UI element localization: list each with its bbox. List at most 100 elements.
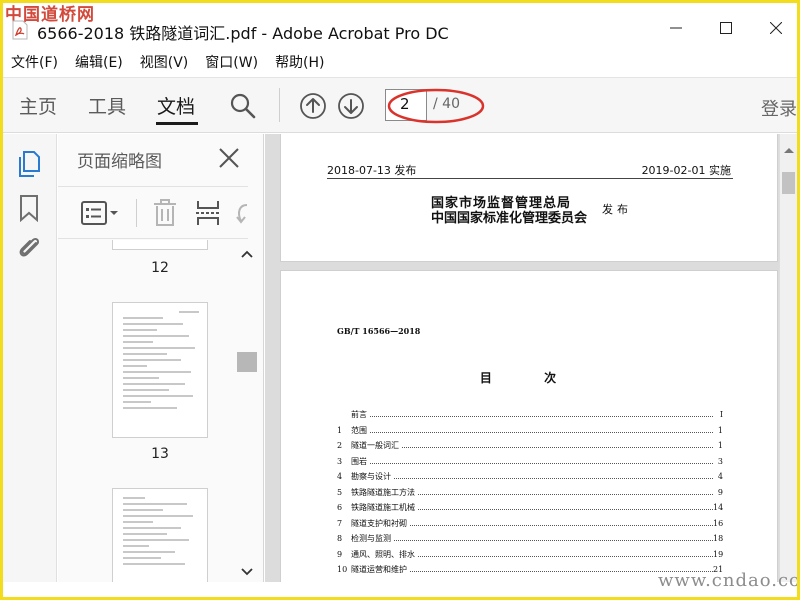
page-thumbnail[interactable] (112, 488, 208, 582)
toc-entry-page: 18 (713, 534, 724, 544)
toc-entry-title: 隧道一般词汇 (351, 441, 399, 451)
issuer-line-2: 中国国家标准化管理委员会 (431, 211, 588, 226)
scroll-up-icon[interactable] (241, 250, 253, 258)
document-scrollbar-thumb[interactable] (782, 172, 795, 194)
toc-entry[interactable]: 5 铁路隧道施工方法 9 (337, 485, 723, 501)
window-title: 6566-2018 铁路隧道词汇.pdf - Adobe Acrobat Pro… (37, 24, 449, 43)
thumbnail-text-lines (123, 311, 199, 413)
toc-entry-page: 19 (713, 549, 724, 559)
toc-entry-title: 隧道运营和维护 (351, 565, 407, 575)
thumbnail-options-menu-icon[interactable] (80, 200, 120, 226)
navigation-rail (3, 134, 57, 582)
menu-window[interactable]: 窗口(W) (197, 52, 267, 72)
toc-entry[interactable]: 8 检测与监测 18 (337, 531, 723, 547)
minimize-button[interactable] (653, 13, 699, 43)
extract-page-icon[interactable] (195, 199, 221, 227)
toc-entry[interactable]: 2 隧道一般词汇 1 (337, 438, 723, 454)
menu-file[interactable]: 文件(F) (3, 52, 67, 72)
toc-entry-page: 16 (713, 518, 724, 528)
toc-entry-title: 铁路隧道施工机械 (351, 503, 415, 513)
toc-leader-dots (394, 540, 713, 542)
toc-entry-page: 14 (713, 503, 724, 513)
toc-leader-dots (418, 509, 713, 511)
document-page-toc: GB/T 16566—2018 目 次 前言 I 1 范围 1 2 隧道一般词汇 1 3 围岩 3 4… (280, 270, 778, 582)
thumbnail-list: 12 13 (58, 240, 238, 582)
toc-entry-number: 9 (337, 549, 343, 559)
tab-home[interactable]: 主页 (19, 92, 57, 119)
menu-edit[interactable]: 编辑(E) (67, 52, 132, 72)
minimize-icon (670, 27, 682, 29)
toc-leader-dots (370, 416, 713, 418)
toc-entry-title: 前言 (351, 410, 367, 420)
highlight-annotation-ellipse (387, 88, 485, 124)
sign-in-link[interactable]: 登录 (761, 95, 797, 121)
page-thumbnail[interactable] (112, 302, 208, 438)
toc-entry-page: I (719, 410, 723, 420)
thumbnail-scrollbar[interactable] (237, 240, 257, 582)
toc-entry[interactable]: 9 通风、照明、排水 19 (337, 547, 723, 563)
page-thumbnails-panel: 页面缩略图 12 13 (58, 134, 264, 582)
issue-date: 2018-07-13 发布 (327, 164, 417, 177)
next-page-icon[interactable] (337, 92, 365, 120)
toc-leader-dots (402, 447, 713, 449)
scroll-up-icon[interactable] (783, 146, 795, 154)
document-scrollbar[interactable] (779, 134, 797, 582)
table-of-contents: 前言 I 1 范围 1 2 隧道一般词汇 1 3 围岩 3 4 勘察与设计 4 5 铁路隧道施工方法 9 6 铁路隧… (337, 407, 723, 578)
previous-page-icon[interactable] (299, 92, 327, 120)
site-watermark-bottom: www.cndao.com (658, 570, 800, 591)
toc-entry-title: 铁路隧道施工方法 (351, 487, 415, 497)
tab-document[interactable]: 文档 (157, 92, 195, 119)
rotate-page-icon[interactable] (235, 201, 249, 225)
main-toolbar: 主页 工具 文档 2 / 40 登录 (3, 77, 797, 133)
toc-leader-dots (370, 431, 713, 433)
thumbnail-toolbar-divider (136, 199, 137, 227)
toc-entry-page: 3 (717, 456, 723, 466)
toc-leader-dots (370, 462, 713, 464)
scroll-down-icon[interactable] (241, 568, 253, 576)
delete-page-icon[interactable] (152, 199, 178, 227)
document-view[interactable]: 2018-07-13 发布 2019-02-01 实施 国家市场监督管理总局 中… (265, 134, 779, 582)
thumbnail-page-number: 12 (151, 260, 169, 276)
thumbnail-text-lines (123, 497, 199, 569)
page-thumbnail[interactable] (112, 240, 208, 250)
maximize-button[interactable] (703, 13, 749, 43)
tab-tools[interactable]: 工具 (88, 92, 126, 119)
toc-entry[interactable]: 7 隧道支护和衬砌 16 (337, 516, 723, 532)
close-window-button[interactable] (753, 13, 797, 43)
thumbnail-page-number: 13 (151, 446, 169, 462)
standard-code: GB/T 16566—2018 (337, 326, 421, 336)
toc-entry[interactable]: 6 铁路隧道施工机械 14 (337, 500, 723, 516)
toc-entry[interactable]: 4 勘察与设计 4 (337, 469, 723, 485)
search-icon[interactable] (229, 92, 257, 120)
menu-bar: 文件(F) 编辑(E) 视图(V) 窗口(W) 帮助(H) (3, 49, 334, 75)
toc-entry-number: 5 (337, 487, 343, 497)
toc-entry[interactable]: 1 范围 1 (337, 423, 723, 439)
toc-entry[interactable]: 3 围岩 3 (337, 454, 723, 470)
toc-entry-number: 8 (337, 534, 343, 544)
toc-entry-number: 7 (337, 518, 343, 528)
toc-leader-dots (394, 478, 713, 480)
toc-entry-title: 围岩 (351, 456, 367, 466)
toolbar-divider (279, 88, 280, 122)
menu-view[interactable]: 视图(V) (132, 52, 198, 72)
thumbnail-scrollbar-thumb[interactable] (237, 352, 257, 372)
toc-entry-number: 1 (337, 425, 343, 435)
toc-entry-title: 通风、照明、排水 (351, 549, 415, 559)
effective-date: 2019-02-01 实施 (641, 164, 731, 177)
toc-entry-page: 1 (717, 441, 723, 451)
menu-help[interactable]: 帮助(H) (267, 52, 333, 72)
close-panel-icon[interactable] (215, 144, 243, 172)
document-page-cover: 2018-07-13 发布 2019-02-01 实施 国家市场监督管理总局 中… (280, 134, 778, 262)
toc-entry-number: 10 (337, 565, 348, 575)
bookmarks-icon[interactable] (19, 194, 39, 222)
toc-entry-number: 6 (337, 503, 343, 513)
maximize-icon (720, 22, 732, 34)
pdf-file-icon (12, 20, 28, 40)
toc-entry-title: 检测与监测 (351, 534, 391, 544)
attachment-icon[interactable] (16, 234, 44, 262)
toc-entry-page: 1 (717, 425, 723, 435)
page-thumbnails-icon[interactable] (16, 150, 42, 178)
close-icon (770, 22, 782, 34)
toc-entry[interactable]: 前言 I (337, 407, 723, 423)
toc-leader-dots (418, 493, 713, 495)
